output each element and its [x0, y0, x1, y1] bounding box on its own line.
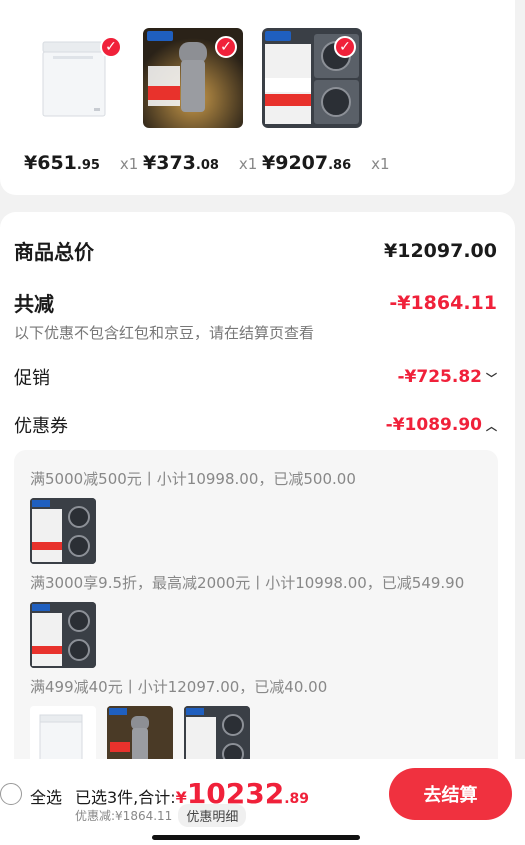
- selected-check-icon[interactable]: ✓: [215, 36, 237, 58]
- total-discount-value: -¥1864.11: [389, 291, 497, 314]
- discount-summary: 优惠减:¥1864.11 优惠明细: [75, 804, 247, 827]
- product-price: ¥9207.86: [262, 152, 352, 174]
- product-image-purifier[interactable]: ✓: [143, 28, 243, 128]
- washer-thumb-image: [30, 498, 96, 564]
- discount-detail-button[interactable]: 优惠明细: [178, 804, 247, 827]
- promotion-value: -¥725.82 ﹀: [397, 367, 498, 387]
- washer-thumb-image: [30, 602, 96, 668]
- coupon-product-thumb-washer: [30, 602, 96, 668]
- product-qty: x1: [371, 155, 390, 173]
- discount-amount-text: 优惠减:¥1864.11: [75, 809, 173, 823]
- total-price-value: ¥12097.00: [384, 239, 497, 262]
- grand-total-decimal: .89: [284, 791, 310, 807]
- selected-check-icon[interactable]: ✓: [100, 36, 122, 58]
- chevron-up-icon[interactable]: ︿: [486, 420, 497, 433]
- product-qty: x1: [238, 155, 258, 173]
- coupon-row[interactable]: 优惠券 -¥1089.90 ︿: [14, 412, 497, 438]
- select-all-label[interactable]: 全选: [30, 784, 62, 808]
- home-indicator: [152, 835, 360, 840]
- promotion-row[interactable]: 促销 -¥725.82 ﹀: [14, 364, 497, 390]
- promotion-label: 促销: [14, 368, 50, 389]
- coupon-line: 满5000减500元丨小计10998.00，已减500.00: [30, 470, 356, 488]
- total-price-label: 商品总价: [14, 240, 94, 264]
- coupon-value: -¥1089.90 ︿: [385, 415, 497, 435]
- cart-summary-page: ✓ ✓ ✓ ¥651.95 x1 ¥373.08 x1 ¥9207.86 x1 …: [0, 0, 525, 845]
- product-price: ¥651.95: [24, 152, 100, 174]
- product-price-row: ¥9207.86 x1: [262, 152, 390, 174]
- discount-note: 以下优惠不包含红包和京豆，请在结算页查看: [14, 324, 315, 342]
- coupon-line: 满499减40元丨小计12097.00，已减40.00: [30, 678, 328, 696]
- selected-check-icon[interactable]: ✓: [334, 36, 356, 58]
- coupon-line: 满3000享9.5折，最高减2000元丨小计10998.00，已减549.90: [30, 574, 465, 592]
- coupon-product-thumb-washer: [30, 498, 96, 564]
- total-price-row: 商品总价 ¥12097.00: [14, 236, 497, 265]
- product-image-washer[interactable]: ✓: [262, 28, 362, 128]
- coupon-label: 优惠券: [14, 416, 68, 437]
- price-summary-card: 商品总价 ¥12097.00 共减 -¥1864.11 以下优惠不包含红包和京豆…: [0, 212, 515, 845]
- checkout-button[interactable]: 去结算: [389, 768, 512, 820]
- chevron-down-icon[interactable]: ﹀: [486, 372, 497, 385]
- product-price-row: ¥373.08 x1: [143, 152, 257, 174]
- product-price-row: ¥651.95 x1: [24, 152, 138, 174]
- product-image-freezer[interactable]: ✓: [28, 28, 128, 128]
- checkout-bar: 全选 已选3件,合计: ¥ 10232 .89 优惠减:¥1864.11 优惠明…: [0, 759, 525, 845]
- total-discount-row: 共减 -¥1864.11: [14, 288, 497, 317]
- selected-products-card: ✓ ✓ ✓ ¥651.95 x1 ¥373.08 x1 ¥9207.86 x1: [0, 0, 515, 195]
- select-all-radio[interactable]: [0, 783, 22, 805]
- total-discount-label: 共减: [14, 292, 54, 316]
- product-qty: x1: [119, 155, 139, 173]
- product-price: ¥373.08: [143, 152, 219, 174]
